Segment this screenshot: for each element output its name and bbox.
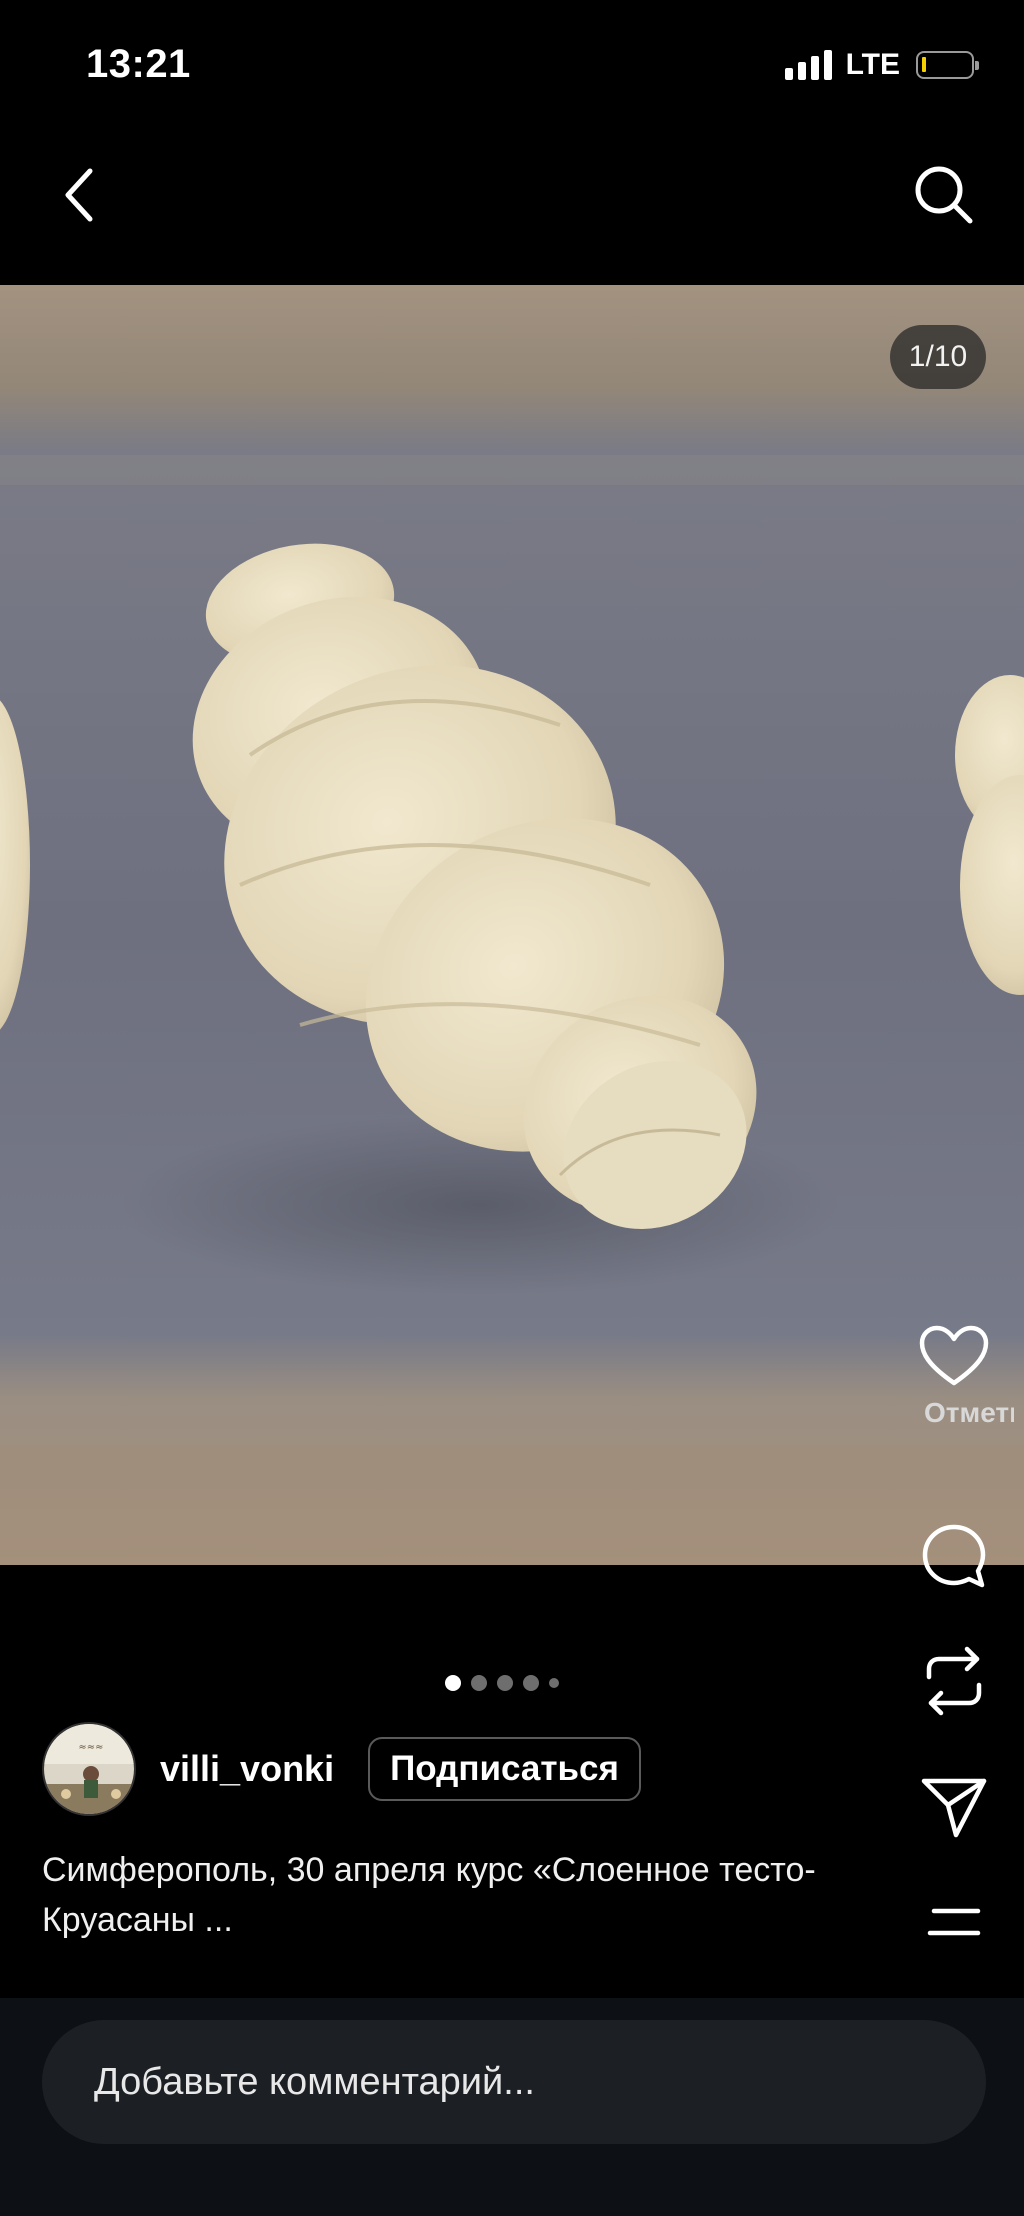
like-action[interactable]: Отметк [884, 1325, 1024, 1429]
chevron-left-icon [65, 168, 93, 222]
signal-icon [784, 50, 832, 80]
carousel-indicator [0, 1675, 1024, 1691]
menu-icon [927, 1908, 981, 1936]
carousel-dot [549, 1678, 559, 1688]
back-button[interactable] [50, 155, 110, 235]
avatar[interactable]: ≈≈≈ [42, 1722, 136, 1816]
network-label: LTE [845, 48, 900, 81]
carousel-dot [471, 1675, 487, 1691]
author-row: ≈≈≈ villi_vonki Подписаться [42, 1722, 641, 1816]
comment-action[interactable] [884, 1523, 1024, 1591]
comment-input[interactable] [42, 2020, 986, 2144]
post-caption[interactable]: Симферополь, 30 апреля курс «Слоенное те… [42, 1845, 862, 1945]
status-indicators: LTE [784, 48, 979, 82]
carousel-dot [497, 1675, 513, 1691]
comment-icon [922, 1524, 986, 1588]
image-counter: 1/10 [890, 325, 986, 389]
follow-button[interactable]: Подписаться [368, 1737, 641, 1801]
like-label: Отметк [924, 1397, 1014, 1428]
search-icon [915, 166, 973, 224]
comment-bar [0, 1998, 1024, 2216]
send-icon [921, 1778, 987, 1838]
status-bar: 13:21 LTE [0, 0, 1024, 130]
svg-text:≈≈≈: ≈≈≈ [78, 1742, 103, 1753]
username[interactable]: villi_vonki [160, 1748, 334, 1790]
post-image[interactable]: 1/10 [0, 285, 1024, 1565]
status-time: 13:21 [86, 42, 191, 86]
avatar-image: ≈≈≈ [44, 1724, 134, 1814]
carousel-dot [523, 1675, 539, 1691]
croissant-photo [0, 285, 1024, 1565]
search-button[interactable] [904, 155, 984, 235]
battery-icon [916, 51, 979, 79]
share-action[interactable] [884, 1775, 1024, 1839]
carousel-dot [445, 1675, 461, 1691]
top-nav [0, 130, 1024, 285]
more-action[interactable] [884, 1905, 1024, 1941]
heart-icon [919, 1325, 989, 1386]
battery-level [922, 57, 926, 72]
